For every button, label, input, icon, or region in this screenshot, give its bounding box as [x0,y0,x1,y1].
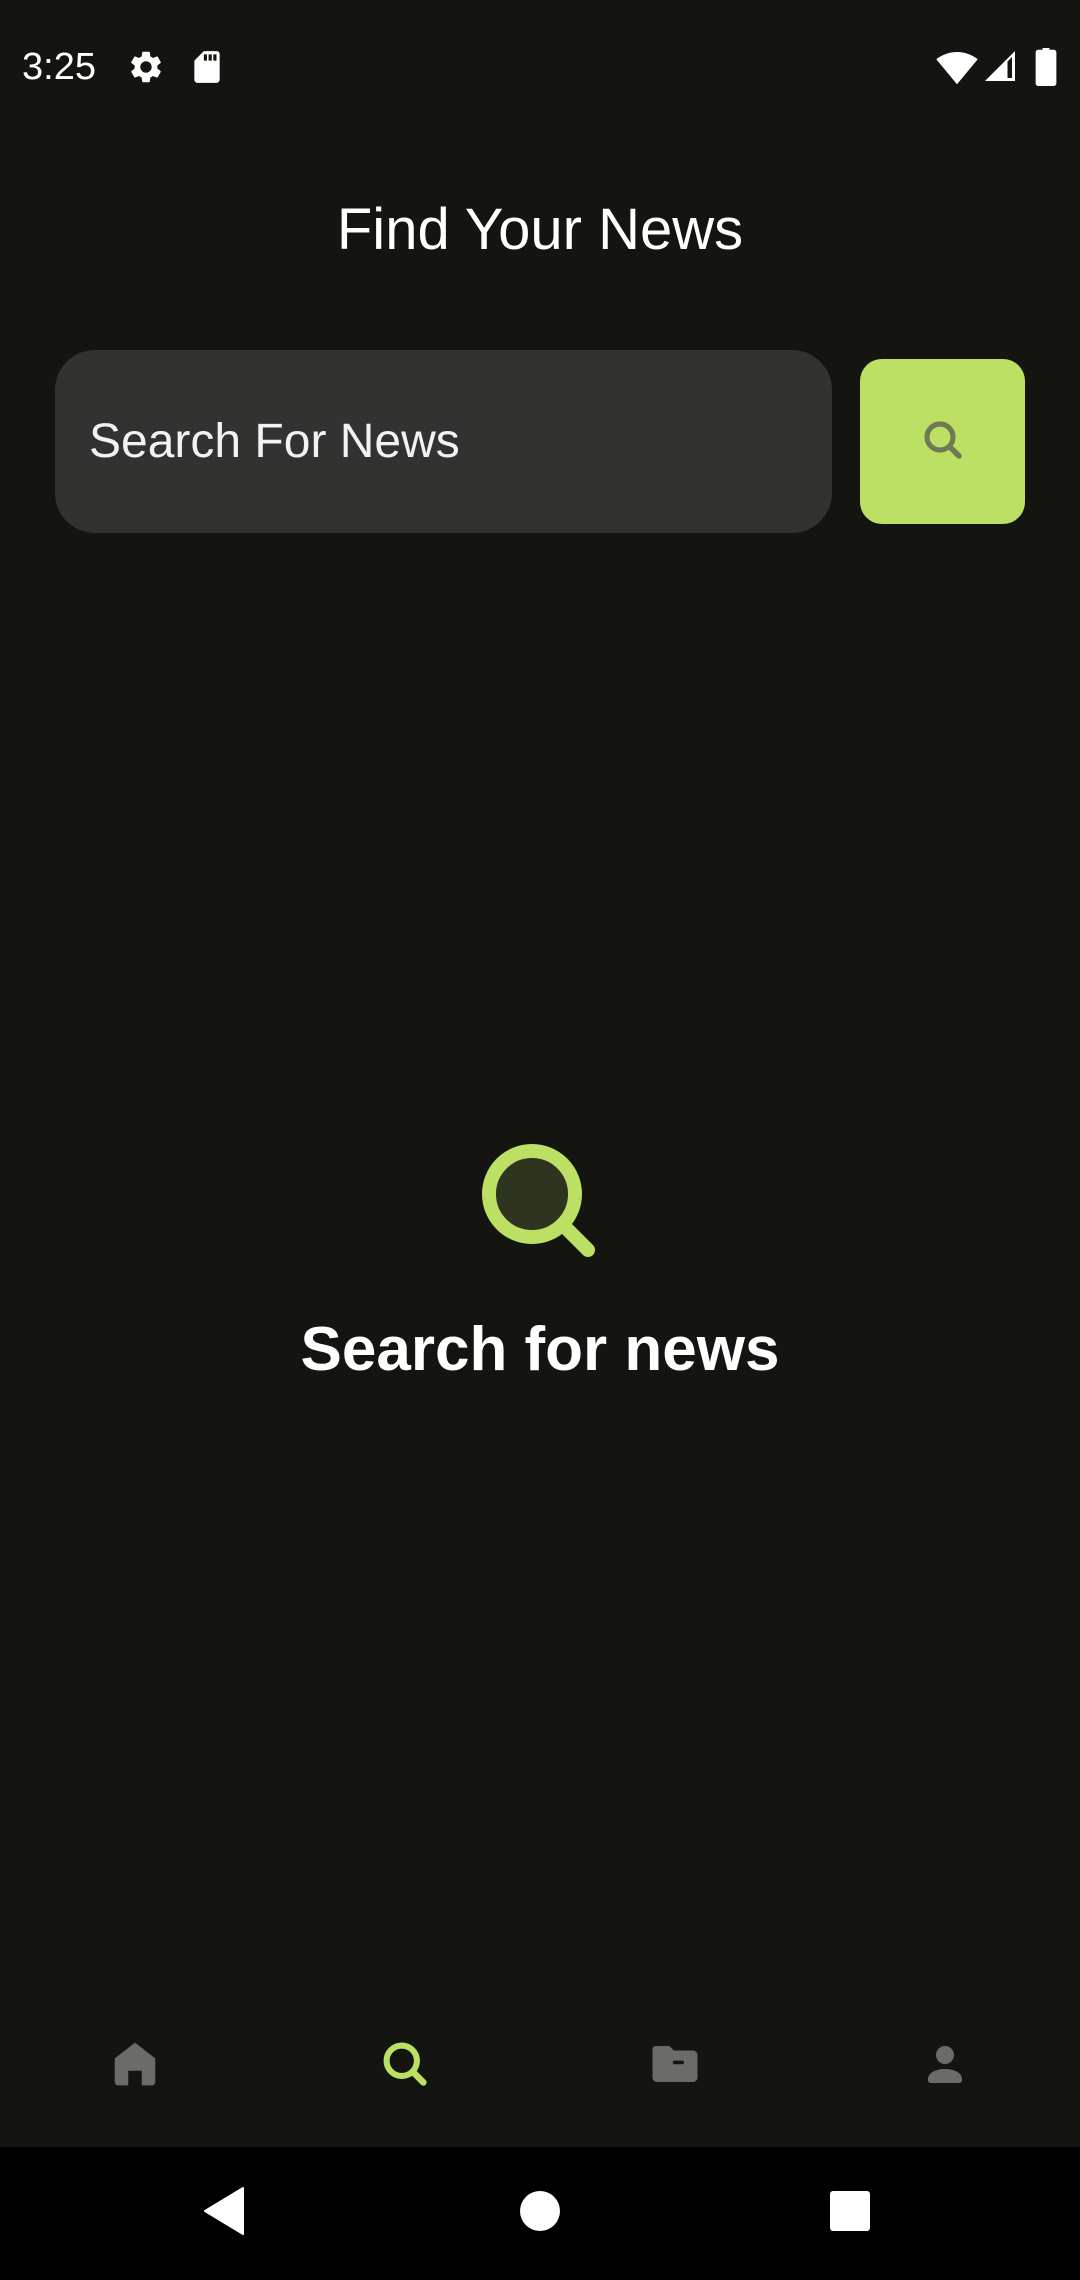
back-icon [201,2186,249,2241]
system-recents-button[interactable] [785,2147,915,2280]
system-navigation-bar [0,2147,1080,2280]
signal-icon [982,48,1020,86]
search-icon [919,416,967,467]
profile-icon [921,2040,969,2093]
recents-icon [829,2190,871,2237]
status-time: 3:25 [22,46,96,88]
system-home-button[interactable] [475,2147,605,2280]
home-icon [108,2037,162,2096]
page-title: Find Your News [336,197,744,262]
sd-card-icon [188,48,226,86]
news-search-screen: 3:25 Find Your News Search For News Sear… [0,0,1080,2280]
nav-item-profile[interactable] [810,1985,1080,2147]
search-icon [478,1140,602,1264]
gear-icon [127,48,165,86]
search-input[interactable] [55,350,832,533]
nav-item-home[interactable] [0,1985,270,2147]
home-circle-icon [519,2190,561,2237]
wifi-icon [936,48,978,86]
search-button[interactable] [860,359,1025,524]
folder-icon [648,2037,702,2096]
battery-icon [1034,48,1058,86]
nav-item-search[interactable] [270,1985,540,2147]
empty-state-message: Search for news [300,1315,780,1384]
bottom-navigation [0,1985,1080,2147]
system-back-button[interactable] [160,2147,290,2280]
nav-item-saved[interactable] [540,1985,810,2147]
search-icon [379,2038,431,2095]
status-bar: 3:25 [0,0,1080,130]
